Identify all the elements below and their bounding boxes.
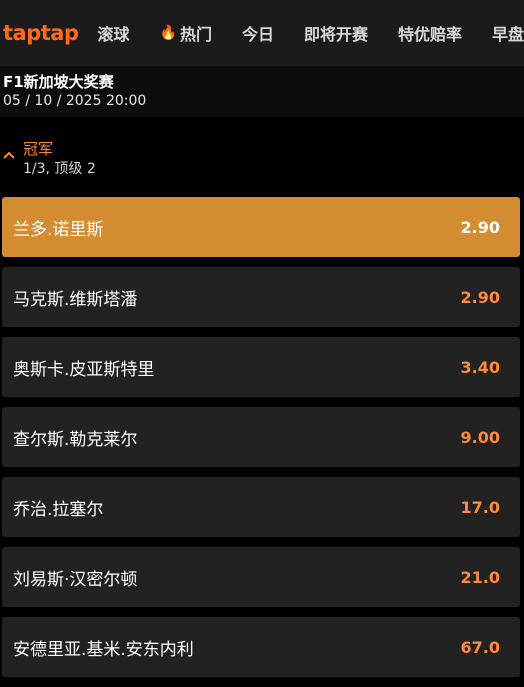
market-subtitle: 1/3, 顶级 2 xyxy=(23,161,96,177)
selection-row[interactable]: 查尔斯.勒克莱尔 9.00 xyxy=(2,407,520,467)
taptap-logo[interactable]: taptap xyxy=(3,21,79,45)
selection-odds: 17.0 xyxy=(460,497,500,517)
nav-tab-live[interactable]: 滚球 xyxy=(97,21,129,45)
top-navigation: taptap 滚球 🔥 热门 今日 即将开赛 特优赔率 早盘 xyxy=(0,0,524,66)
selection-name: 兰多.诺里斯 xyxy=(13,219,104,240)
selection-name: 安德里亚.基米.安东内利 xyxy=(13,639,194,660)
nav-tab-hot-label: 热门 xyxy=(179,25,212,44)
selection-row[interactable]: 安德里亚.基米.安东内利 67.0 xyxy=(2,617,520,677)
market-header[interactable]: 冠军 1/3, 顶级 2 xyxy=(0,133,524,179)
selection-odds: 2.90 xyxy=(460,217,500,237)
event-datetime: 05 / 10 / 2025 20:00 xyxy=(3,93,147,109)
selection-name: 刘易斯·汉密尔顿 xyxy=(13,569,138,590)
nav-tab-upcoming[interactable]: 即将开赛 xyxy=(304,21,368,45)
event-title: F1新加坡大奖赛 xyxy=(3,73,114,91)
selection-name: 马克斯.维斯塔潘 xyxy=(13,289,138,310)
selection-odds: 2.90 xyxy=(460,287,500,307)
selection-odds: 21.0 xyxy=(460,567,500,587)
nav-tab-boosted-odds[interactable]: 特优赔率 xyxy=(398,21,462,45)
selection-name: 查尔斯.勒克莱尔 xyxy=(13,429,138,450)
nav-tab-today[interactable]: 今日 xyxy=(242,21,274,45)
selection-name: 乔治.拉塞尔 xyxy=(13,499,104,520)
selection-name: 奥斯卡.皮亚斯特里 xyxy=(13,359,155,380)
selection-row[interactable]: 乔治.拉塞尔 17.0 xyxy=(2,477,520,537)
selection-odds: 67.0 xyxy=(460,637,500,657)
nav-tab-hot[interactable]: 🔥 热门 xyxy=(160,21,212,45)
nav-tab-early-market[interactable]: 早盘 xyxy=(492,21,524,45)
selection-odds: 9.00 xyxy=(460,427,500,447)
selection-row[interactable]: 刘易斯·汉密尔顿 21.0 xyxy=(2,547,520,607)
selection-row[interactable]: 兰多.诺里斯 2.90 xyxy=(2,197,520,257)
chevron-up-icon[interactable] xyxy=(3,151,15,159)
event-header: F1新加坡大奖赛 05 / 10 / 2025 20:00 xyxy=(0,66,524,117)
flame-icon: 🔥 xyxy=(159,25,177,41)
selection-row[interactable]: 奥斯卡.皮亚斯特里 3.40 xyxy=(2,337,520,397)
market-name: 冠军 xyxy=(23,140,54,158)
selection-row[interactable]: 马克斯.维斯塔潘 2.90 xyxy=(2,267,520,327)
selection-odds: 3.40 xyxy=(460,357,500,377)
selection-list: 兰多.诺里斯 2.90 马克斯.维斯塔潘 2.90 奥斯卡.皮亚斯特里 3.40… xyxy=(2,197,520,687)
